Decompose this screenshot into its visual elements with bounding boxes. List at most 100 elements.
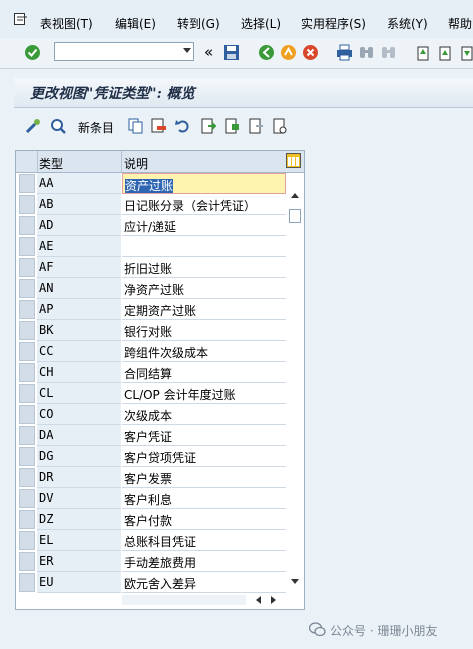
table-row[interactable]: AP 定期资产过账 xyxy=(16,299,286,320)
description-input[interactable]: 欧元舍入差异 xyxy=(122,572,286,593)
select-block-icon[interactable] xyxy=(224,118,240,134)
undo-icon[interactable] xyxy=(175,118,191,134)
exit-icon[interactable] xyxy=(280,44,297,61)
table-row[interactable]: AD 应计/递延 xyxy=(16,215,286,236)
delete-icon[interactable] xyxy=(151,118,167,134)
table-row[interactable]: AE xyxy=(16,236,286,257)
type-cell[interactable]: DA xyxy=(37,425,121,446)
row-selector[interactable] xyxy=(19,237,35,256)
type-cell[interactable]: DV xyxy=(37,488,121,509)
description-input[interactable]: 合同结算 xyxy=(122,362,286,383)
table-row[interactable]: CC 跨组件次级成本 xyxy=(16,341,286,362)
row-selector[interactable] xyxy=(19,573,35,592)
menu-system[interactable]: 系统(Y) xyxy=(387,15,428,32)
table-row[interactable]: AN 净资产过账 xyxy=(16,278,286,299)
type-cell[interactable]: AF xyxy=(37,257,121,278)
row-selector[interactable] xyxy=(19,321,35,340)
description-input[interactable]: 总账科目凭证 xyxy=(122,530,286,551)
enter-check-icon[interactable] xyxy=(24,44,41,61)
print-field-list-icon[interactable] xyxy=(272,118,288,134)
table-row[interactable]: AB 日记账分录（会计凭证） xyxy=(16,194,286,215)
type-cell[interactable]: DR xyxy=(37,467,121,488)
table-row[interactable]: AA 资产过账 xyxy=(16,173,286,194)
previous-page-icon[interactable] xyxy=(436,44,453,61)
description-input[interactable]: 客户利息 xyxy=(122,488,286,509)
back-icon[interactable] xyxy=(258,44,275,61)
type-cell[interactable]: CC xyxy=(37,341,121,362)
find-next-icon[interactable] xyxy=(380,44,397,61)
table-row[interactable]: CO 次级成本 xyxy=(16,404,286,425)
description-input[interactable]: 次级成本 xyxy=(122,404,286,425)
row-selector[interactable] xyxy=(19,531,35,550)
description-input[interactable]: CL/OP 会计年度过账 xyxy=(122,383,286,404)
type-cell[interactable]: DZ xyxy=(37,509,121,530)
row-selector[interactable] xyxy=(19,447,35,466)
menu-table-view[interactable]: 表视图(T) xyxy=(40,15,93,32)
description-input[interactable]: 资产过账 xyxy=(122,173,286,194)
type-cell[interactable]: AA xyxy=(37,173,121,194)
copy-as-icon[interactable] xyxy=(128,118,144,134)
find-icon[interactable] xyxy=(358,44,375,61)
menu-selection[interactable]: 选择(L) xyxy=(241,15,281,32)
table-row[interactable]: DA 客户凭证 xyxy=(16,425,286,446)
other-object-icon[interactable] xyxy=(50,118,66,134)
scroll-left-icon[interactable] xyxy=(256,596,261,604)
type-cell[interactable]: EL xyxy=(37,530,121,551)
row-selector[interactable] xyxy=(19,510,35,529)
select-all-rows-cell[interactable] xyxy=(16,151,38,172)
first-page-icon[interactable] xyxy=(414,44,431,61)
description-input[interactable]: 折旧过账 xyxy=(122,257,286,278)
description-input[interactable]: 客户贷项凭证 xyxy=(122,446,286,467)
description-input[interactable]: 净资产过账 xyxy=(122,278,286,299)
description-input[interactable]: 客户发票 xyxy=(122,467,286,488)
row-selector[interactable] xyxy=(19,363,35,382)
collapse-toolbar-icon[interactable]: « xyxy=(204,43,213,61)
menu-help[interactable]: 帮助 xyxy=(448,15,472,32)
save-icon[interactable] xyxy=(223,44,240,61)
description-input[interactable]: 定期资产过账 xyxy=(122,299,286,320)
row-selector[interactable] xyxy=(19,279,35,298)
chevron-down-icon[interactable] xyxy=(183,48,191,53)
table-row[interactable]: CH 合同结算 xyxy=(16,362,286,383)
type-cell[interactable]: AE xyxy=(37,236,121,257)
table-row[interactable]: DV 客户利息 xyxy=(16,488,286,509)
scroll-down-icon[interactable] xyxy=(291,579,299,584)
column-header-type[interactable]: 类型 xyxy=(39,155,63,172)
type-cell[interactable]: AB xyxy=(37,194,121,215)
table-row[interactable]: DR 客户发票 xyxy=(16,467,286,488)
row-selector[interactable] xyxy=(19,342,35,361)
row-selector[interactable] xyxy=(19,426,35,445)
type-cell[interactable]: DG xyxy=(37,446,121,467)
next-page-icon[interactable] xyxy=(458,44,473,61)
scroll-thumb[interactable] xyxy=(289,209,301,223)
table-row[interactable]: DZ 客户付款 xyxy=(16,509,286,530)
description-input[interactable] xyxy=(122,236,286,257)
row-selector[interactable] xyxy=(19,258,35,277)
type-cell[interactable]: CH xyxy=(37,362,121,383)
type-cell[interactable]: ER xyxy=(37,551,121,572)
table-row[interactable]: AF 折旧过账 xyxy=(16,257,286,278)
row-selector[interactable] xyxy=(19,552,35,571)
description-input[interactable]: 跨组件次级成本 xyxy=(122,341,286,362)
description-input[interactable]: 日记账分录（会计凭证） xyxy=(122,194,286,215)
command-input[interactable] xyxy=(55,43,181,60)
horizontal-scrollbar[interactable] xyxy=(122,593,302,607)
type-cell[interactable]: CO xyxy=(37,404,121,425)
row-selector[interactable] xyxy=(19,216,35,235)
description-input[interactable]: 客户付款 xyxy=(122,509,286,530)
table-row[interactable]: EL 总账科目凭证 xyxy=(16,530,286,551)
table-settings-icon[interactable] xyxy=(286,153,301,168)
column-header-description[interactable]: 说明 xyxy=(124,155,148,172)
new-entries-button[interactable]: 新条目 xyxy=(78,119,114,136)
command-field[interactable] xyxy=(54,42,194,61)
cancel-icon[interactable] xyxy=(302,44,319,61)
row-selector[interactable] xyxy=(19,405,35,424)
row-selector[interactable] xyxy=(19,174,35,193)
type-cell[interactable]: AP xyxy=(37,299,121,320)
description-input[interactable]: 应计/递延 xyxy=(122,215,286,236)
table-row[interactable]: DG 客户贷项凭证 xyxy=(16,446,286,467)
row-selector[interactable] xyxy=(19,489,35,508)
vertical-scrollbar[interactable] xyxy=(288,174,302,592)
table-row[interactable]: CL CL/OP 会计年度过账 xyxy=(16,383,286,404)
row-selector[interactable] xyxy=(19,195,35,214)
